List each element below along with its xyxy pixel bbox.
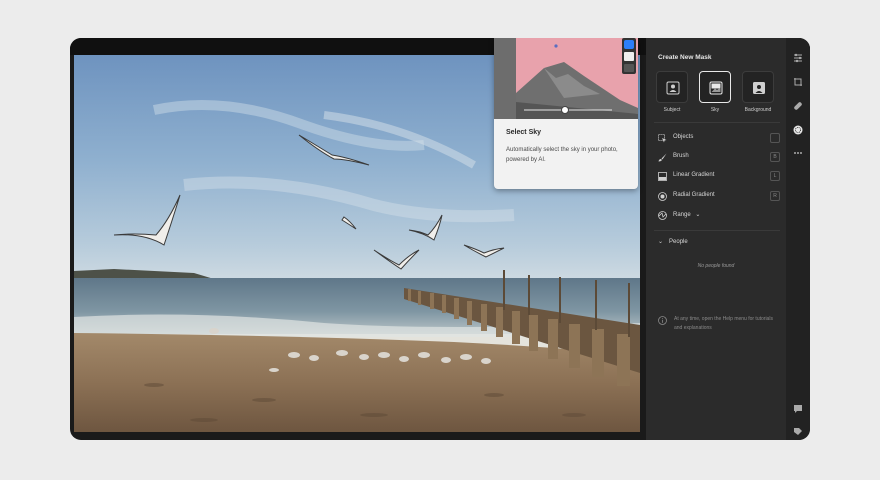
sky-preview-image xyxy=(494,38,638,119)
tool-radial-gradient-shortcut: R xyxy=(770,191,780,201)
background-mask-button[interactable] xyxy=(742,71,774,103)
sky-label: Sky xyxy=(710,107,720,113)
tool-radial-gradient-label: Radial Gradient xyxy=(673,192,715,198)
app-window: Select Sky Automatically select the sky … xyxy=(70,38,810,440)
edit-sliders-icon[interactable] xyxy=(793,53,803,63)
background-icon xyxy=(753,82,765,94)
tag-icon[interactable] xyxy=(793,427,803,437)
objects-icon xyxy=(658,134,667,143)
popover-title: Select Sky xyxy=(506,129,542,136)
divider xyxy=(654,230,780,231)
sky-icon xyxy=(709,81,723,95)
masking-icon[interactable] xyxy=(793,125,803,135)
tool-linear-gradient-shortcut: L xyxy=(770,171,780,181)
tool-objects-shortcut xyxy=(770,133,780,143)
chevron-down-icon: ⌄ xyxy=(658,239,664,245)
brush-icon xyxy=(658,153,667,162)
crop-rotate-icon[interactable] xyxy=(793,77,803,87)
tool-radial-gradient[interactable]: Radial Gradient R xyxy=(658,191,780,203)
sky-mask-button[interactable] xyxy=(699,71,731,103)
panel-title: Create New Mask xyxy=(658,54,712,61)
select-sky-popover: Select Sky Automatically select the sky … xyxy=(494,38,638,189)
linear-gradient-icon xyxy=(658,172,667,181)
tool-brush[interactable]: Brush B xyxy=(658,152,780,164)
tool-brush-shortcut: B xyxy=(770,152,780,162)
subject-icon xyxy=(666,81,680,95)
comment-icon[interactable] xyxy=(793,404,803,414)
radial-gradient-icon xyxy=(658,192,667,201)
people-section-header[interactable]: ⌄ People xyxy=(658,238,688,245)
range-icon xyxy=(658,211,667,220)
help-text: At any time, open the Help menu for tuto… xyxy=(674,316,773,331)
tool-objects[interactable]: Objects xyxy=(658,133,780,145)
background-label: Background xyxy=(744,107,772,113)
subject-label: Subject xyxy=(663,107,681,113)
tool-range[interactable]: Range ⌄ xyxy=(658,210,780,222)
tool-range-label: Range ⌄ xyxy=(673,212,701,218)
chevron-down-icon[interactable]: ⌄ xyxy=(695,212,700,218)
tool-linear-gradient-label: Linear Gradient xyxy=(673,172,715,178)
popover-description: Automatically select the sky in your pho… xyxy=(506,147,618,163)
divider xyxy=(654,122,780,123)
healing-icon[interactable] xyxy=(793,101,803,111)
tool-objects-label: Objects xyxy=(673,134,694,140)
more-icon[interactable] xyxy=(793,148,803,158)
masking-panel: Create New Mask Subject Sky Background O… xyxy=(646,38,786,440)
subject-mask-button[interactable] xyxy=(656,71,688,103)
people-heading: People xyxy=(669,239,688,245)
tool-linear-gradient[interactable]: Linear Gradient L xyxy=(658,171,780,183)
people-empty-text: No people found xyxy=(697,263,735,269)
tool-brush-label: Brush xyxy=(673,153,689,159)
tool-rail xyxy=(786,38,810,440)
info-icon xyxy=(658,316,667,325)
